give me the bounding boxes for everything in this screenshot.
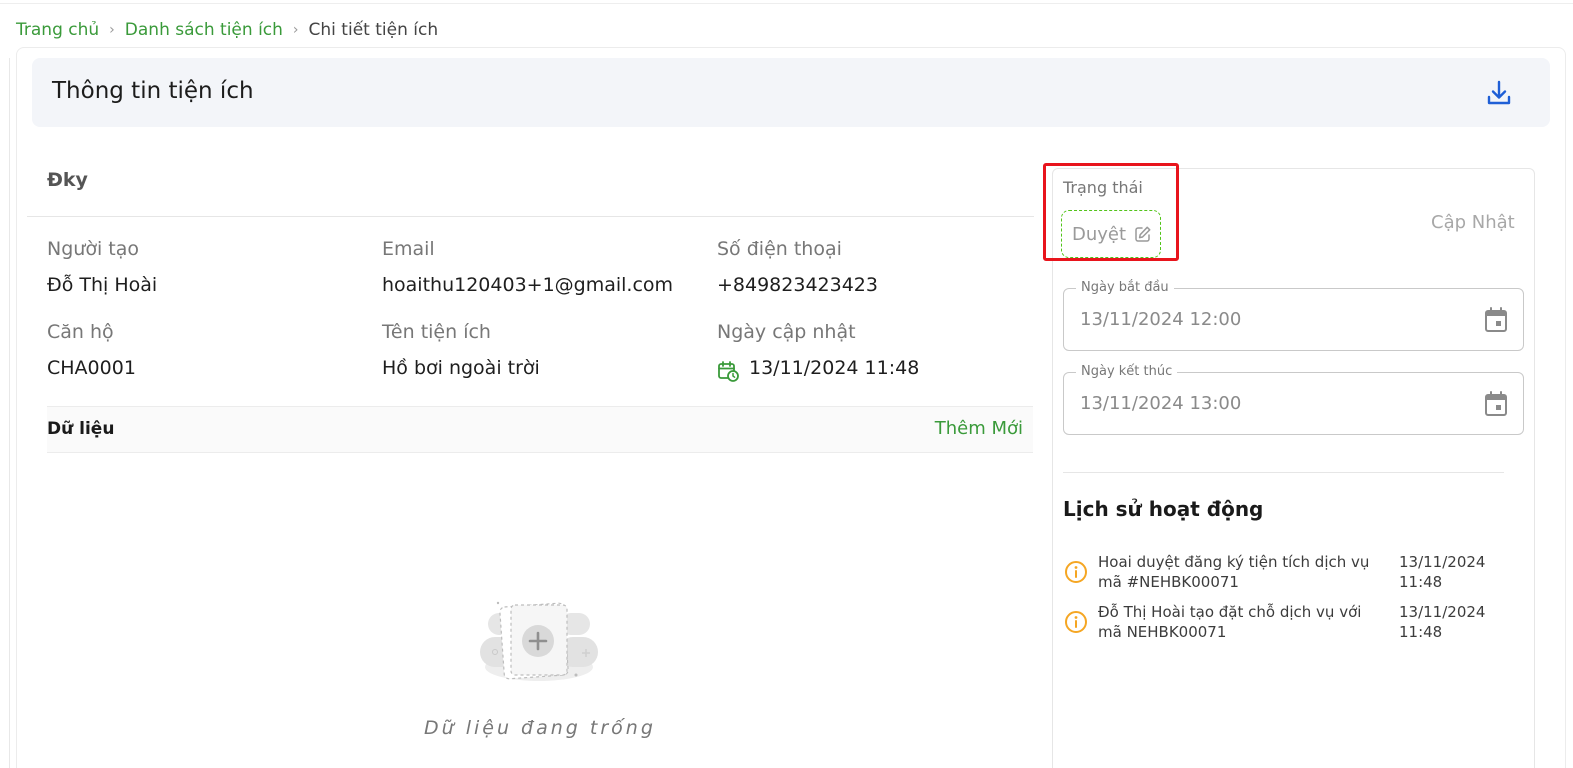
history-item-text: Đỗ Thị Hoài tạo đặt chỗ dịch vụ với mã N… xyxy=(1098,603,1362,641)
empty-state-icon xyxy=(478,597,600,687)
top-border xyxy=(0,0,1573,4)
history-item: Hoai duyệt đăng ký tiện tích dịch vụ mã … xyxy=(1063,552,1503,596)
history-item-time: 13/11/2024 11:48 xyxy=(1399,603,1486,641)
creator-label: Người tạo xyxy=(47,238,139,260)
apartment-value: CHA0001 xyxy=(47,357,136,379)
info-icon xyxy=(1065,561,1087,583)
status-value: Duyệt xyxy=(1072,223,1127,245)
info-icon xyxy=(1065,611,1087,633)
breadcrumb-separator: › xyxy=(109,22,115,38)
breadcrumb-separator: › xyxy=(292,22,299,38)
breadcrumb-home-link[interactable]: Trang chủ xyxy=(16,20,99,40)
page-title: Thông tin tiện ích xyxy=(52,78,254,104)
data-section-header: Dữ liệu Thêm Mới xyxy=(47,406,1033,453)
start-date-value: 13/11/2024 12:00 xyxy=(1080,309,1242,330)
panel-divider xyxy=(1063,472,1504,473)
start-date-field[interactable]: Ngày bắt đầu 13/11/2024 12:00 xyxy=(1063,280,1524,351)
edit-icon xyxy=(1135,226,1151,242)
side-panel xyxy=(1052,168,1535,768)
breadcrumb-current: Chi tiết tiện ích xyxy=(308,20,439,40)
updated-value: 13/11/2024 11:48 xyxy=(749,357,920,379)
section-divider xyxy=(27,216,1034,217)
history-title: Lịch sử hoạt động xyxy=(1063,497,1264,521)
apartment-label: Căn hộ xyxy=(47,321,114,343)
email-value: hoaithu120403+1@gmail.com xyxy=(382,274,674,296)
calendar-clock-icon xyxy=(717,360,739,382)
end-date-label: Ngày kết thúc xyxy=(1076,364,1178,379)
calendar-icon[interactable] xyxy=(1484,307,1508,333)
phone-label: Số điện thoại xyxy=(717,238,842,260)
empty-state-text: Dữ liệu đang trống xyxy=(424,717,656,739)
status-label: Trạng thái xyxy=(1063,178,1143,197)
calendar-icon[interactable] xyxy=(1484,391,1508,417)
breadcrumb-list-link[interactable]: Danh sách tiện ích xyxy=(125,20,283,40)
end-date-field[interactable]: Ngày kết thúc 13/11/2024 13:00 xyxy=(1063,364,1524,435)
left-divider xyxy=(9,58,10,768)
history-item-text: Hoai duyệt đăng ký tiện tích dịch vụ mã … xyxy=(1098,553,1370,591)
info-header: Thông tin tiện ích xyxy=(32,58,1550,127)
download-icon xyxy=(1487,80,1511,105)
updated-label: Ngày cập nhật xyxy=(717,321,856,343)
phone-value: +849823423423 xyxy=(717,274,878,296)
utility-value: Hồ bơi ngoài trời xyxy=(382,357,540,379)
download-button[interactable] xyxy=(1484,78,1514,108)
history-item: Đỗ Thị Hoài tạo đặt chỗ dịch vụ với mã N… xyxy=(1063,602,1503,646)
start-date-label: Ngày bắt đầu xyxy=(1076,280,1174,295)
add-new-button[interactable]: Thêm Mới xyxy=(935,418,1023,439)
update-button[interactable]: Cập Nhật xyxy=(1431,212,1515,233)
utility-label: Tên tiện ích xyxy=(382,321,491,343)
data-section-title: Dữ liệu xyxy=(47,419,115,439)
section-title: Đky xyxy=(47,169,88,191)
end-date-value: 13/11/2024 13:00 xyxy=(1080,393,1242,414)
status-select[interactable]: Duyệt xyxy=(1061,210,1161,258)
creator-value: Đỗ Thị Hoài xyxy=(47,274,158,296)
email-label: Email xyxy=(382,238,435,260)
breadcrumb: Trang chủ › Danh sách tiện ích › Chi tiế… xyxy=(16,19,438,41)
history-item-time: 13/11/2024 11:48 xyxy=(1399,553,1486,591)
